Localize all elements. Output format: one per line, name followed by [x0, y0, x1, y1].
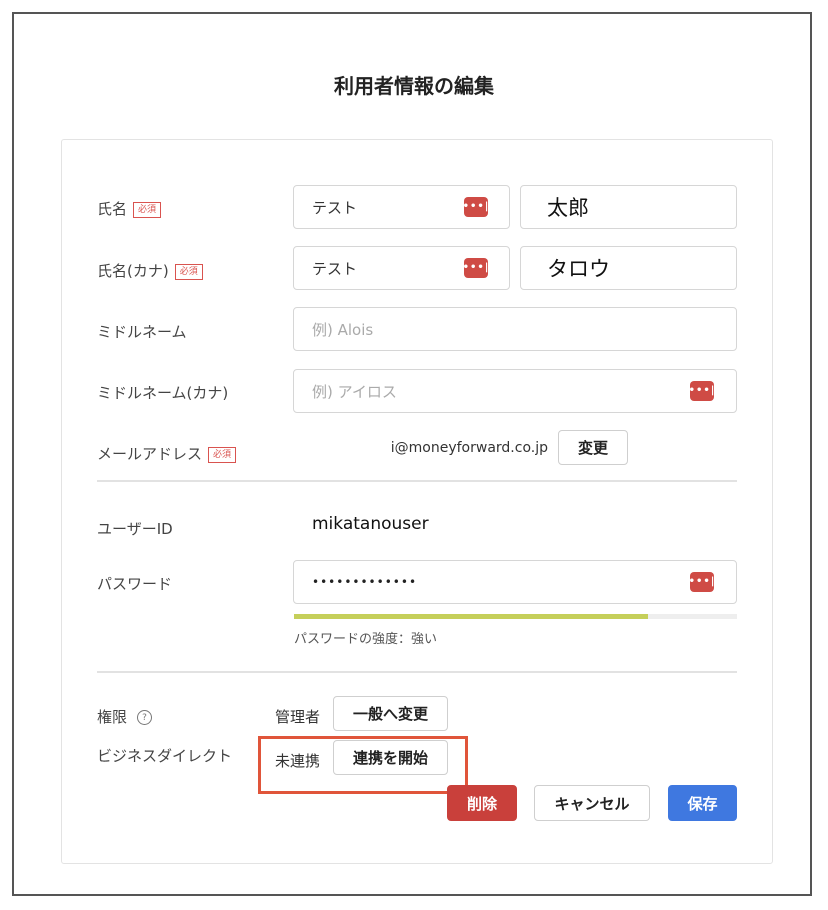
middle-name-label: ミドルネーム: [97, 323, 187, 341]
password-manager-icon[interactable]: •••|: [689, 572, 714, 592]
name-kana-label-text: 氏名(カナ): [97, 262, 169, 280]
change-email-button[interactable]: 変更: [558, 430, 628, 465]
middle-name-kana-input[interactable]: 例) アイロス •••|: [293, 369, 737, 413]
last-name-value: テスト: [312, 198, 358, 217]
password-manager-icon[interactable]: •••|: [463, 258, 488, 278]
section-divider: [97, 480, 737, 482]
business-direct-label: ビジネスダイレクト: [97, 747, 233, 765]
middle-name-kana-label: ミドルネーム(カナ): [97, 384, 229, 402]
annotation-highlight-box: [258, 736, 468, 794]
email-value: i@moneyforward.co.jp: [390, 440, 548, 456]
save-button[interactable]: 保存: [668, 785, 737, 821]
password-input[interactable]: ••••••••••••• •••|: [293, 560, 737, 604]
last-name-kana-input[interactable]: テスト •••|: [293, 246, 510, 290]
password-manager-icon[interactable]: •••|: [463, 197, 488, 217]
required-badge: 必須: [174, 263, 203, 280]
user-id-label: ユーザーID: [97, 520, 173, 538]
required-badge: 必須: [133, 201, 162, 218]
email-label-text: メールアドレス: [97, 445, 203, 463]
password-strength-bar: [294, 614, 737, 619]
first-name-kana-value: タロウ: [547, 257, 610, 281]
last-name-input[interactable]: テスト •••|: [293, 185, 510, 229]
password-label: パスワード: [97, 575, 173, 593]
dialog-title: 利用者情報の編集: [334, 74, 494, 98]
last-name-kana-value: テスト: [312, 259, 358, 278]
first-name-value: 太郎: [547, 196, 589, 220]
cancel-button[interactable]: キャンセル: [534, 785, 650, 821]
permission-label: 権限?: [97, 706, 153, 727]
password-value: •••••••••••••: [312, 575, 418, 589]
required-badge: 必須: [208, 446, 237, 463]
name-kana-label: 氏名(カナ) 必須: [97, 260, 203, 281]
middle-name-input[interactable]: 例) Alois: [293, 307, 737, 351]
permission-label-text: 権限: [97, 708, 128, 726]
change-to-general-button[interactable]: 一般へ変更: [333, 696, 448, 731]
name-label-text: 氏名: [97, 200, 128, 218]
first-name-kana-input[interactable]: タロウ: [520, 246, 737, 290]
middle-name-kana-placeholder: 例) アイロス: [312, 382, 397, 401]
user-id-value: mikatanouser: [312, 514, 429, 534]
password-strength-fill: [294, 614, 649, 619]
question-circle-icon[interactable]: ?: [137, 710, 153, 725]
delete-button[interactable]: 削除: [447, 785, 517, 821]
permission-value: 管理者: [275, 708, 321, 726]
name-label: 氏名 必須: [97, 198, 162, 219]
email-label: メールアドレス 必須: [97, 443, 237, 464]
section-divider: [97, 671, 737, 673]
first-name-input[interactable]: 太郎: [520, 185, 737, 229]
middle-name-placeholder: 例) Alois: [312, 320, 374, 339]
password-strength-text: パスワードの強度：強い: [294, 632, 438, 647]
password-manager-icon[interactable]: •••|: [689, 381, 714, 401]
